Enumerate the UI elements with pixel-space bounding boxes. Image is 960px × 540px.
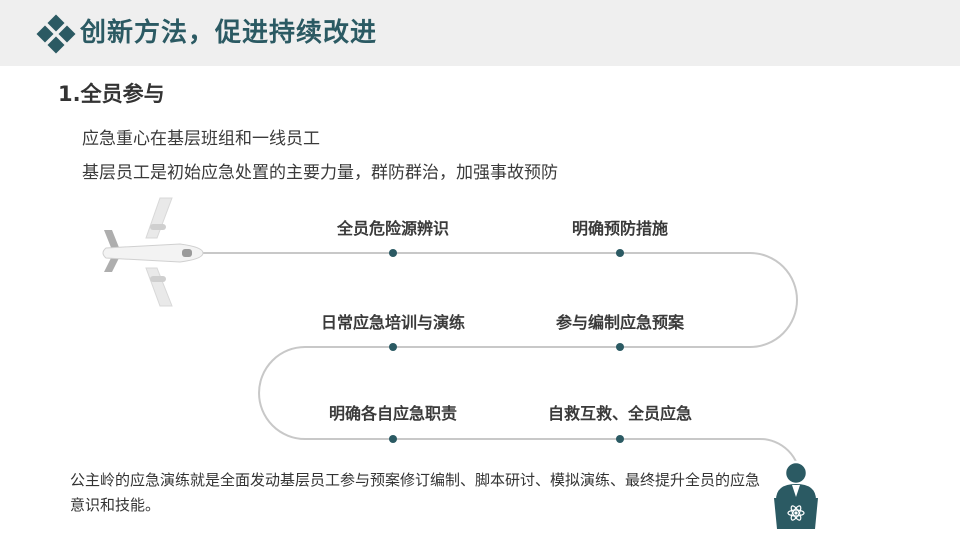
step-label: 明确预防措施 <box>571 219 669 238</box>
step-label: 全员危险源辨识 <box>336 219 450 238</box>
roadmap-dot <box>616 435 624 443</box>
roadmap-diagram <box>102 197 818 529</box>
presenter-icon <box>774 460 818 529</box>
step-label: 明确各自应急职责 <box>328 404 458 423</box>
roadmap-dot <box>389 249 397 257</box>
step-label: 参与编制应急预案 <box>555 313 685 332</box>
step-label: 自救互救、全员应急 <box>547 404 693 423</box>
airplane-icon <box>102 197 204 307</box>
summary-text: 公主岭的应急演练就是全面发动基层员工参与预案修订编制、脚本研讨、模拟演练、最终提… <box>70 471 761 514</box>
roadmap-dot <box>389 435 397 443</box>
step-label: 日常应急培训与演练 <box>320 313 466 332</box>
roadmap-dot <box>616 249 624 257</box>
roadmap-dot <box>389 343 397 351</box>
roadmap-path <box>195 252 801 480</box>
roadmap-dot <box>616 343 624 351</box>
